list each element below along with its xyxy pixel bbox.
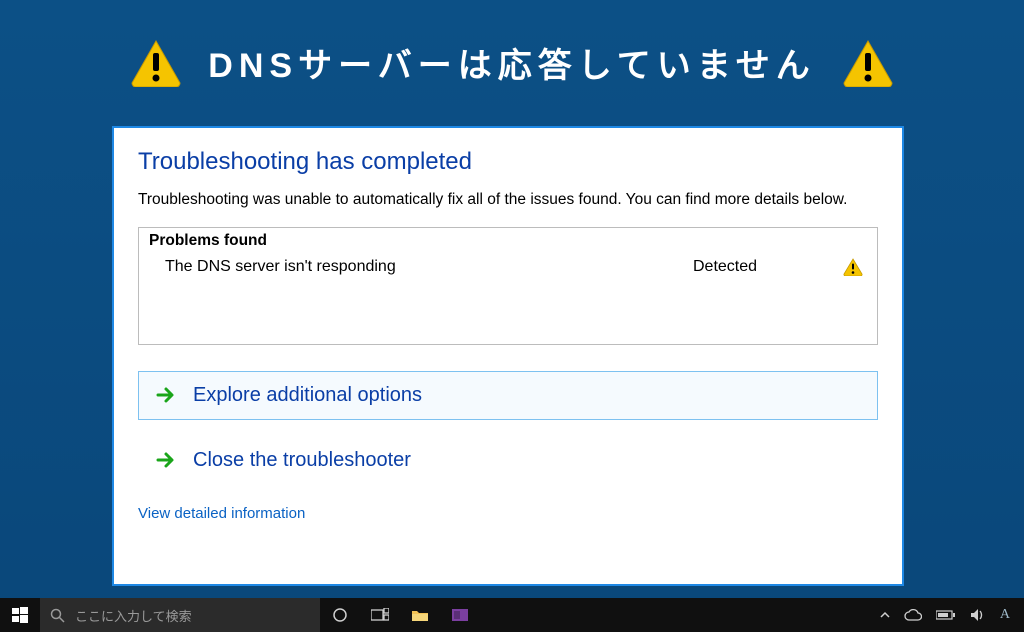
ime-indicator[interactable]: A — [1000, 607, 1010, 623]
task-view-button[interactable] — [360, 598, 400, 632]
windows-icon — [12, 607, 28, 623]
start-button[interactable] — [0, 598, 40, 632]
explore-options-button[interactable]: Explore additional options — [138, 371, 878, 420]
taskbar-search[interactable]: ここに入力して検索 — [40, 598, 320, 632]
troubleshooter-dialog: Troubleshooting has completed Troublesho… — [112, 126, 904, 586]
search-icon — [50, 608, 65, 623]
folder-icon — [411, 608, 429, 622]
problem-status: Detected — [693, 258, 843, 276]
onenote-button[interactable] — [440, 598, 480, 632]
hero-title: DNSサーバーは応答していません — [208, 38, 815, 87]
hero-banner: DNSサーバーは応答していません — [0, 0, 1024, 87]
view-details-link[interactable]: View detailed information — [138, 505, 305, 522]
dialog-subtitle: Troubleshooting was unable to automatica… — [138, 190, 878, 211]
problem-name: The DNS server isn't responding — [165, 258, 693, 276]
explore-options-label: Explore additional options — [193, 384, 422, 407]
close-troubleshooter-button[interactable]: Close the troubleshooter — [138, 436, 878, 485]
system-tray[interactable]: A — [866, 598, 1024, 632]
taskbar-spacer — [480, 598, 866, 632]
cloud-icon[interactable] — [904, 609, 922, 621]
circle-icon — [332, 607, 348, 623]
task-view-icon — [371, 608, 389, 622]
desktop: DNSサーバーは応答していません Troubleshooting has com… — [0, 0, 1024, 632]
chevron-up-icon[interactable] — [880, 611, 890, 619]
battery-icon[interactable] — [936, 610, 956, 620]
problems-header: Problems found — [139, 228, 877, 252]
arrow-right-icon — [155, 449, 177, 471]
problem-row: The DNS server isn't responding Detected — [139, 252, 877, 276]
close-troubleshooter-label: Close the troubleshooter — [193, 449, 411, 472]
problems-box: Problems found The DNS server isn't resp… — [138, 227, 878, 345]
warning-icon — [130, 39, 182, 87]
warning-icon — [842, 39, 894, 87]
warning-icon — [843, 258, 863, 276]
volume-icon[interactable] — [970, 608, 986, 622]
onenote-icon — [452, 607, 468, 623]
search-placeholder: ここに入力して検索 — [75, 606, 192, 625]
arrow-right-icon — [155, 384, 177, 406]
taskbar: ここに入力して検索 — [0, 598, 1024, 632]
dialog-title: Troubleshooting has completed — [138, 148, 878, 176]
cortana-button[interactable] — [320, 598, 360, 632]
explorer-button[interactable] — [400, 598, 440, 632]
